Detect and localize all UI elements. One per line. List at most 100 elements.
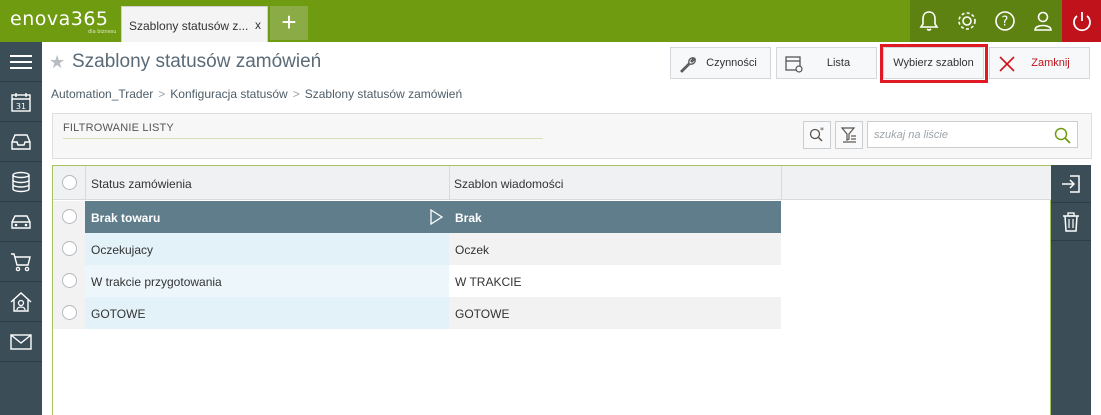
menu-icon (10, 54, 32, 69)
row-radio[interactable] (62, 305, 77, 320)
svg-text:?: ? (1002, 15, 1009, 30)
sidebar-item-calendar[interactable]: 31 (0, 82, 42, 122)
top-bar: enova365 dla biznesu Szablony statusów z… (0, 0, 1101, 42)
breadcrumb-separator-icon: > (158, 87, 166, 101)
cell-text: Oczekujacy (91, 243, 154, 257)
user-icon (1034, 11, 1052, 31)
sidebar-item-mail[interactable] (0, 322, 42, 362)
user-button[interactable] (1024, 0, 1062, 42)
cell-template[interactable]: Oczek (449, 233, 781, 265)
cell-status[interactable]: W trakcie przygotowania (85, 265, 449, 297)
filter-label[interactable]: FILTROWANIE LISTY (63, 122, 174, 134)
row-radio[interactable] (62, 209, 77, 224)
lista-label: Lista (826, 57, 851, 69)
column-header-status[interactable]: Status zamówienia (91, 177, 192, 191)
column-header-template[interactable]: Szablon wiadomości (454, 177, 563, 191)
settings-button[interactable] (948, 0, 986, 42)
trash-icon (1063, 211, 1079, 232)
page-title: Szablony statusów zamówień (72, 51, 322, 72)
sidebar-item-inbox[interactable] (0, 122, 42, 162)
play-icon[interactable] (429, 209, 443, 225)
cell-status[interactable]: GOTOWE (85, 297, 449, 329)
logo-subtext: dla biznesu (88, 29, 117, 35)
cell-text: W TRAKCIE (455, 275, 522, 289)
help-icon: ? (995, 11, 1015, 31)
column-divider (85, 166, 86, 200)
app-logo[interactable]: enova365 dla biznesu (10, 8, 116, 35)
cell-template[interactable]: W TRAKCIE (449, 265, 781, 297)
row-radio[interactable] (62, 273, 77, 288)
sidebar-item-database[interactable] (0, 162, 42, 202)
notifications-button[interactable] (910, 0, 948, 42)
table-row[interactable]: W trakcie przygotowania W TRAKCIE (53, 265, 781, 297)
breadcrumb: Automation_Trader > Konfiguracja statusów >… (51, 87, 462, 101)
favorite-star-icon[interactable]: ★ (49, 52, 65, 73)
right-action-bar (1051, 165, 1091, 415)
cart-icon (11, 252, 31, 271)
tab-szablony[interactable]: Szablony statusów z... x (121, 6, 268, 42)
cell-template[interactable]: Brak (449, 201, 781, 233)
select-all-radio[interactable] (62, 175, 77, 190)
bell-icon (919, 11, 939, 31)
logo-text: enova365 (10, 8, 109, 30)
search-star-icon: * (809, 126, 824, 142)
grid-header: Status zamówienia Szablon wiadomości (53, 166, 1051, 200)
sidebar-item-vehicles[interactable] (0, 202, 42, 242)
data-grid: Status zamówienia Szablon wiadomości Bra… (52, 165, 1051, 415)
table-row[interactable]: Oczekujacy Oczek (53, 233, 781, 265)
cell-text: Brak towaru (91, 211, 161, 225)
delete-button[interactable] (1051, 203, 1091, 241)
zamknij-button[interactable]: Zamknij (989, 47, 1090, 79)
tab-close-button[interactable]: x (255, 18, 261, 32)
open-record-button[interactable] (1051, 165, 1091, 203)
gear-icon (958, 12, 976, 30)
cell-text: W trakcie przygotowania (91, 275, 222, 289)
zamknij-label: Zamknij (1031, 57, 1070, 69)
cell-text: GOTOWE (455, 307, 510, 321)
cell-text: Brak (455, 211, 482, 225)
column-divider (449, 166, 450, 200)
logout-button[interactable] (1062, 0, 1101, 42)
czynnosci-label: Czynności (706, 57, 757, 69)
breadcrumb-item: Szablony statusów zamówień (304, 87, 463, 101)
calendar-day: 31 (16, 102, 26, 111)
filter-panel: FILTROWANIE LISTY * szukaj na liście (52, 113, 1092, 159)
cell-template[interactable]: GOTOWE (449, 297, 781, 329)
database-icon (12, 171, 30, 192)
highlight-frame (880, 44, 988, 83)
help-button[interactable]: ? (986, 0, 1024, 42)
left-sidebar: 31 (0, 42, 42, 415)
search-input[interactable]: szukaj na liście (867, 121, 1078, 148)
sidebar-item-contractors[interactable] (0, 282, 42, 322)
search-icon[interactable] (1053, 126, 1072, 145)
filter-icon (840, 127, 856, 143)
filter-settings-button[interactable] (835, 121, 863, 149)
advanced-search-button[interactable]: * (803, 121, 831, 149)
cell-status[interactable]: Brak towaru (85, 201, 449, 233)
sidebar-menu-button[interactable] (0, 42, 42, 82)
breadcrumb-item[interactable]: Konfiguracja statusów (170, 87, 287, 101)
search-placeholder: szukaj na liście (874, 129, 948, 141)
add-tab-button[interactable]: + (270, 6, 308, 40)
mail-icon (10, 333, 32, 350)
cell-text: Oczek (455, 243, 490, 257)
cell-status[interactable]: Oczekujacy (85, 233, 449, 265)
inbox-icon (11, 133, 31, 150)
sign-in-icon (1062, 174, 1080, 193)
table-row[interactable]: GOTOWE GOTOWE (53, 297, 781, 329)
breadcrumb-item[interactable]: Automation_Trader (51, 87, 153, 101)
breadcrumb-separator-icon: > (292, 87, 300, 101)
cell-text: GOTOWE (91, 307, 146, 321)
calendar-icon: 31 (11, 92, 31, 112)
table-row[interactable]: Brak towaru Brak (53, 201, 781, 233)
sidebar-item-cart[interactable] (0, 242, 42, 282)
power-icon (1072, 12, 1091, 32)
house-user-icon (10, 291, 32, 312)
svg-text:*: * (820, 126, 824, 135)
grid-header-filler (781, 166, 1051, 200)
row-radio[interactable] (62, 241, 77, 256)
car-icon (11, 214, 31, 229)
czynnosci-button[interactable]: Czynności (670, 47, 771, 79)
lista-button[interactable]: Lista (776, 47, 877, 79)
tab-title: Szablony statusów z... (129, 19, 249, 33)
